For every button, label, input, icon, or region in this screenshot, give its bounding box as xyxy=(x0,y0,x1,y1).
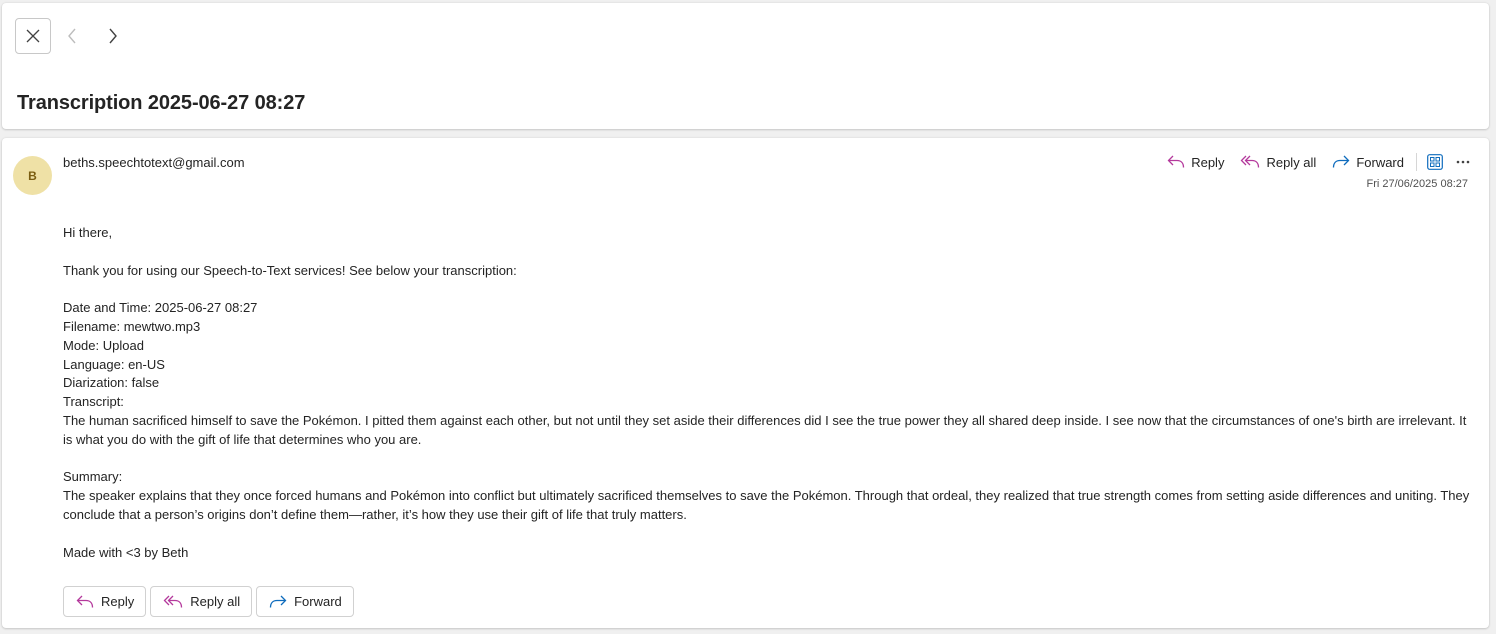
reply-all-button[interactable]: Reply all xyxy=(1232,150,1324,174)
chevron-right-icon xyxy=(109,28,117,44)
more-horizontal-icon xyxy=(1456,160,1470,164)
apps-grid-icon xyxy=(1427,154,1443,170)
reply-all-bottom-label: Reply all xyxy=(190,594,241,609)
forward-icon xyxy=(269,595,287,608)
forward-button[interactable]: Forward xyxy=(1324,150,1412,174)
reply-label: Reply xyxy=(1191,154,1225,170)
summary-label: Summary: xyxy=(63,469,123,485)
reply-icon xyxy=(1167,155,1185,168)
next-message-button[interactable] xyxy=(99,22,127,50)
toolbar-divider xyxy=(1416,153,1417,171)
reply-all-bottom-button[interactable]: Reply all xyxy=(150,586,253,617)
reply-bottom-button[interactable]: Reply xyxy=(63,586,147,617)
forward-icon xyxy=(1333,155,1350,168)
transcript-label: Transcript: xyxy=(63,394,124,410)
forward-bottom-label: Forward xyxy=(294,594,342,609)
diarization-line: Diarization: false xyxy=(63,375,160,391)
transcript-text: The human sacrificed himself to save the… xyxy=(63,412,1467,447)
more-actions-button[interactable] xyxy=(1449,150,1477,174)
reply-all-icon xyxy=(163,595,183,608)
signature: Made with <3 by Beth xyxy=(63,544,189,560)
forward-label: Forward xyxy=(1356,154,1404,170)
greeting: Hi there, xyxy=(63,225,113,240)
message-body: Hi there, Thank you for using our Speech… xyxy=(63,224,1473,562)
summary-text: The speaker explains that they once forc… xyxy=(63,488,1470,522)
forward-bottom-button[interactable]: Forward xyxy=(256,586,354,617)
reply-button[interactable]: Reply xyxy=(1159,150,1232,174)
close-icon xyxy=(26,29,40,43)
filename-line: Filename: mewtwo.mp3 xyxy=(63,318,201,334)
intro-text: Thank you for using our Speech-to-Text s… xyxy=(63,262,517,278)
reply-icon xyxy=(76,595,94,608)
reply-all-label: Reply all xyxy=(1266,154,1317,170)
bottom-actions: Reply Reply all Forward xyxy=(63,586,354,617)
message-card: B beths.speechtotext@gmail.com Reply Rep… xyxy=(2,138,1489,628)
message-subject: Transcription 2025-06-27 08:27 xyxy=(17,92,306,114)
message-header-card: Transcription 2025-06-27 08:27 xyxy=(2,3,1489,129)
sender-email[interactable]: beths.speechtotext@gmail.com xyxy=(63,155,245,170)
message-actions-toolbar: Reply Reply all Forward xyxy=(1159,150,1477,174)
apps-button[interactable] xyxy=(1421,150,1449,174)
date-time-line: Date and Time: 2025-06-27 08:27 xyxy=(63,300,258,316)
language-line: Language: en-US xyxy=(63,356,165,372)
chevron-left-icon xyxy=(68,28,76,44)
avatar[interactable]: B xyxy=(13,156,52,195)
mode-line: Mode: Upload xyxy=(63,337,144,353)
close-button[interactable] xyxy=(15,18,51,54)
message-date: Fri 27/06/2025 08:27 xyxy=(1366,178,1468,190)
reply-all-icon xyxy=(1241,155,1260,168)
previous-message-button[interactable] xyxy=(58,22,86,50)
reply-bottom-label: Reply xyxy=(101,594,135,609)
